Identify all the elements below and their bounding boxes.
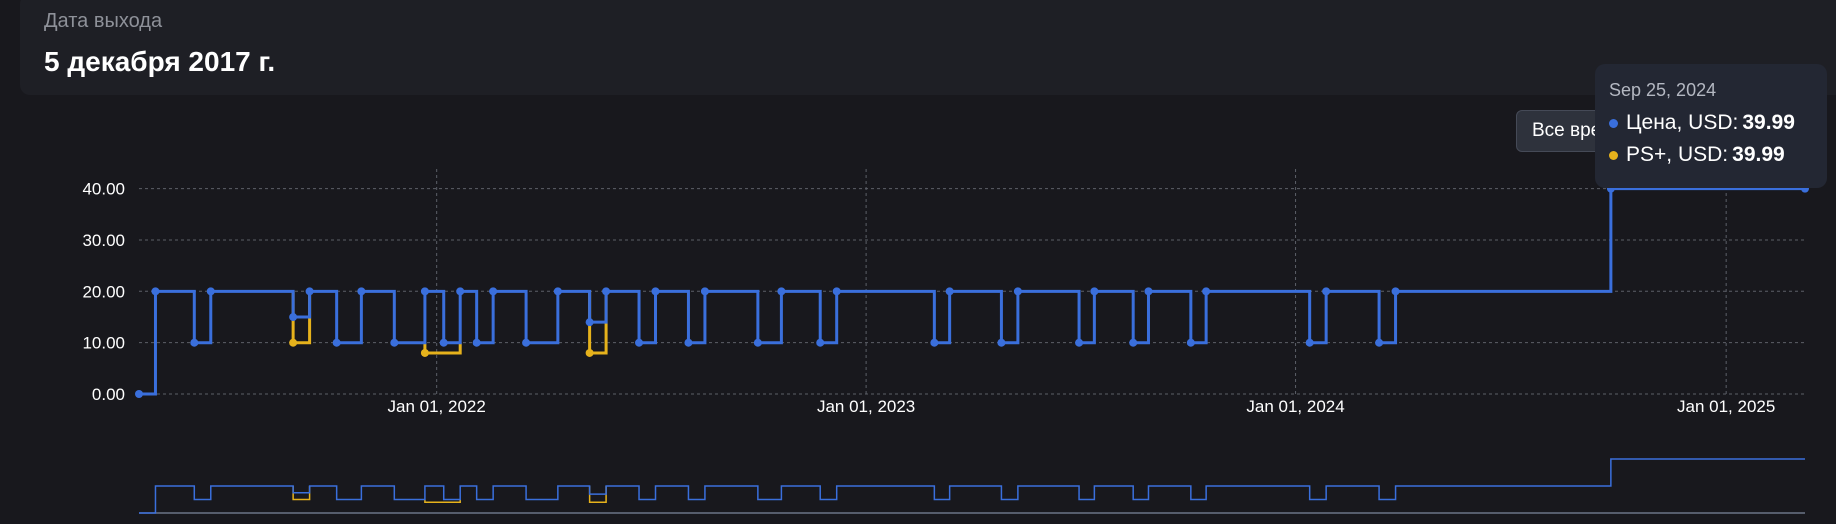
tooltip-row-price: Цена, USD: 39.99 — [1609, 111, 1813, 135]
price-point — [930, 338, 939, 347]
price-point — [390, 338, 399, 347]
price-point — [206, 287, 215, 296]
price-point — [1129, 338, 1138, 347]
price-point — [1305, 338, 1314, 347]
price-point — [816, 338, 825, 347]
price-point — [489, 287, 498, 296]
price-point — [1090, 287, 1099, 296]
price-point — [651, 287, 660, 296]
price-point — [1375, 338, 1384, 347]
price-point — [439, 338, 448, 347]
price-history-chart[interactable]: 0.00 10.00 20.00 30.00 40.00 Jan 01, 2022 Jan … — [0, 0, 1836, 524]
psplus-dot-icon — [1609, 150, 1618, 160]
price-point — [420, 287, 429, 296]
psplus-point — [585, 348, 594, 357]
tooltip-psplus-label: PS+, USD — [1626, 143, 1723, 166]
tooltip-price-value: 39.99 — [1742, 111, 1795, 134]
price-point — [1322, 287, 1331, 296]
psplus-point — [289, 338, 298, 347]
y-tick-label: 0.00 — [92, 385, 125, 404]
price-point — [332, 338, 341, 347]
price-point — [553, 287, 562, 296]
price-point — [585, 318, 594, 327]
price-point — [777, 287, 786, 296]
price-point — [522, 338, 531, 347]
y-tick-label: 10.00 — [82, 334, 125, 353]
x-tick-label: Jan 01, 2024 — [1246, 397, 1344, 416]
price-point — [684, 338, 693, 347]
price-point — [289, 313, 298, 322]
price-point — [997, 338, 1006, 347]
tooltip-row-psplus: PS+, USD: 39.99 — [1609, 143, 1813, 167]
price-point — [832, 287, 841, 296]
x-tick-label: Jan 01, 2025 — [1677, 397, 1775, 416]
price-point — [135, 390, 143, 398]
y-tick-label: 40.00 — [82, 180, 125, 199]
y-tick-label: 30.00 — [82, 231, 125, 250]
price-point — [1186, 338, 1195, 347]
price-point — [190, 338, 199, 347]
price-point — [635, 338, 644, 347]
price-point — [456, 287, 465, 296]
price-dot-icon — [1609, 118, 1618, 128]
price-point — [151, 287, 160, 296]
price-point — [1013, 287, 1022, 296]
tooltip-price-label: Цена, USD — [1626, 111, 1733, 134]
y-tick-label: 20.00 — [82, 282, 125, 301]
navigator-price-line — [139, 458, 1805, 514]
price-point — [357, 287, 366, 296]
price-point — [602, 287, 611, 296]
price-point — [472, 338, 481, 347]
price-point — [1075, 338, 1084, 347]
x-tick-label: Jan 01, 2022 — [388, 397, 486, 416]
psplus-point — [420, 348, 429, 357]
price-point — [753, 338, 762, 347]
price-point — [1202, 287, 1211, 296]
price-line — [139, 187, 1805, 396]
price-point — [305, 287, 314, 296]
price-point — [945, 287, 954, 296]
tooltip-psplus-value: 39.99 — [1732, 143, 1785, 166]
price-point — [1391, 287, 1400, 296]
x-tick-label: Jan 01, 2023 — [817, 397, 915, 416]
price-point — [700, 287, 709, 296]
price-point — [1144, 287, 1153, 296]
chart-tooltip: Sep 25, 2024 Цена, USD: 39.99 PS+, USD: 39… — [1595, 64, 1827, 188]
tooltip-date: Sep 25, 2024 — [1609, 80, 1717, 100]
